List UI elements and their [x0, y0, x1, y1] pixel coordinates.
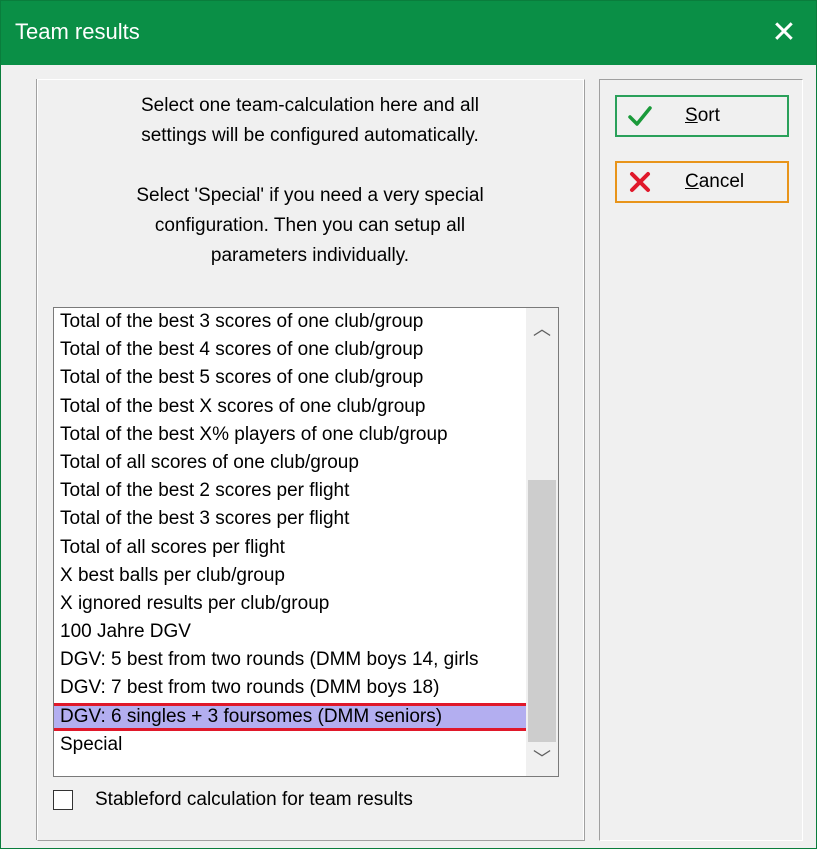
list-scrollbar[interactable]: ︿ ﹀: [526, 308, 558, 776]
scroll-down-icon[interactable]: ﹀: [526, 742, 558, 776]
list-items: Total of the best 3 scores of one club/g…: [54, 308, 532, 759]
info-line-3: Select 'Special' if you need a very spec…: [136, 185, 484, 206]
cross-icon: [630, 172, 650, 192]
info-text-1: Select one team-calculation here and all…: [37, 91, 583, 151]
scroll-up-icon[interactable]: ︿: [526, 312, 558, 346]
team-calculation-list[interactable]: Total of the best 3 scores of one club/g…: [53, 307, 559, 777]
list-item[interactable]: Total of the best 4 scores of one club/g…: [54, 336, 526, 364]
stableford-checkbox-label[interactable]: Stableford calculation for team results: [95, 787, 413, 813]
window-title: Team results: [15, 19, 140, 44]
list-item[interactable]: 100 Jahre DGV: [54, 618, 526, 646]
info-line-4: configuration. Then you can setup all: [154, 215, 466, 236]
list-item[interactable]: Total of all scores per flight: [54, 534, 526, 562]
list-item[interactable]: Total of the best X scores of one club/g…: [54, 393, 526, 421]
info-line-2: settings will be configured automaticall…: [141, 125, 479, 146]
list-item[interactable]: Total of the best 5 scores of one club/g…: [54, 364, 526, 392]
stableford-checkbox[interactable]: [53, 790, 73, 810]
cancel-button-label: Cancel: [685, 171, 745, 192]
info-line-1: Select one team-calculation here and all: [141, 95, 479, 116]
list-item[interactable]: Total of all scores of one club/group: [54, 449, 526, 477]
info-text-2: Select 'Special' if you need a very spec…: [37, 181, 583, 271]
list-item[interactable]: DGV: 5 best from two rounds (DMM boys 14…: [54, 646, 526, 674]
list-item[interactable]: X ignored results per club/group: [54, 590, 526, 618]
close-button[interactable]: ✕: [752, 1, 816, 65]
sort-button-label: Sort: [685, 105, 720, 126]
check-icon: [628, 106, 652, 126]
list-item[interactable]: Total of the best 2 scores per flight: [54, 477, 526, 505]
list-item[interactable]: Total of the best 3 scores of one club/g…: [54, 308, 526, 336]
title-bar[interactable]: Team results ✕: [1, 1, 816, 65]
scroll-thumb[interactable]: [528, 480, 556, 742]
list-item[interactable]: DGV: 7 best from two rounds (DMM boys 18…: [54, 674, 526, 702]
list-item-selected[interactable]: DGV: 6 singles + 3 foursomes (DMM senior…: [54, 702, 532, 731]
list-item[interactable]: X best balls per club/group: [54, 562, 526, 590]
team-results-dialog: Team results ✕ Select one team-calculati…: [0, 0, 817, 849]
sort-button[interactable]: Sort: [615, 95, 789, 137]
list-item[interactable]: Total of the best 3 scores per flight: [54, 505, 526, 533]
list-item[interactable]: Total of the best X% players of one club…: [54, 421, 526, 449]
cancel-button[interactable]: Cancel: [615, 161, 789, 203]
info-line-5: parameters individually.: [210, 245, 410, 266]
list-item[interactable]: Special: [54, 731, 526, 759]
